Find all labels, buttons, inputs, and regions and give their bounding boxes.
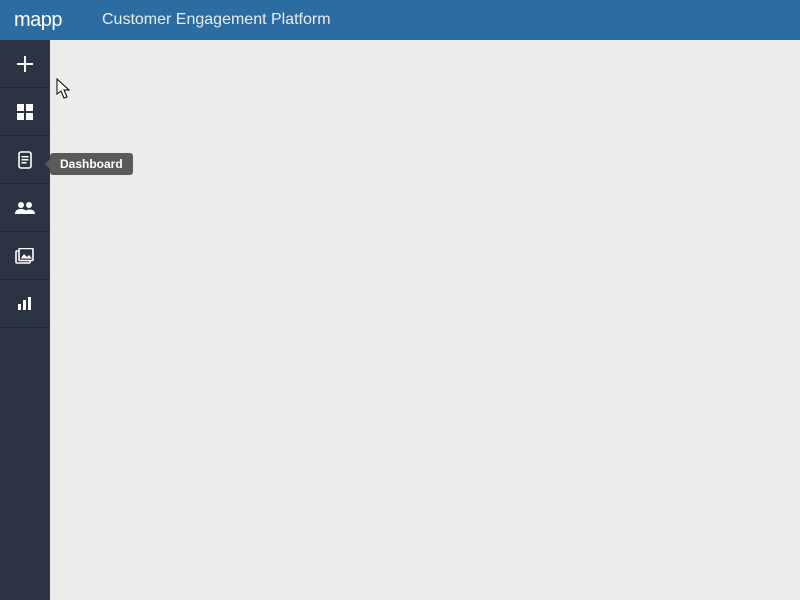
app-header: mapp Customer Engagement Platform	[0, 0, 800, 40]
main-content	[50, 40, 800, 600]
dashboard-icon	[16, 103, 34, 121]
svg-text:mapp: mapp	[14, 9, 62, 31]
sidebar-item-analytics[interactable]	[0, 280, 50, 328]
sidebar-item-media[interactable]	[0, 232, 50, 280]
logo-icon: mapp	[14, 9, 84, 31]
sidebar-item-create[interactable]	[0, 40, 50, 88]
sidebar: Dashboard	[0, 40, 50, 600]
app-title: Customer Engagement Platform	[102, 11, 331, 29]
clipboard-icon	[17, 151, 33, 169]
images-icon	[15, 248, 35, 264]
tooltip-label: Dashboard	[60, 157, 123, 171]
tooltip-dashboard: Dashboard	[50, 153, 133, 175]
bar-chart-icon	[17, 297, 33, 311]
plus-icon	[15, 54, 35, 74]
sidebar-item-content[interactable]	[0, 136, 50, 184]
people-icon	[14, 201, 36, 215]
sidebar-item-audience[interactable]	[0, 184, 50, 232]
logo: mapp	[14, 9, 84, 31]
sidebar-item-dashboard[interactable]: Dashboard	[0, 88, 50, 136]
